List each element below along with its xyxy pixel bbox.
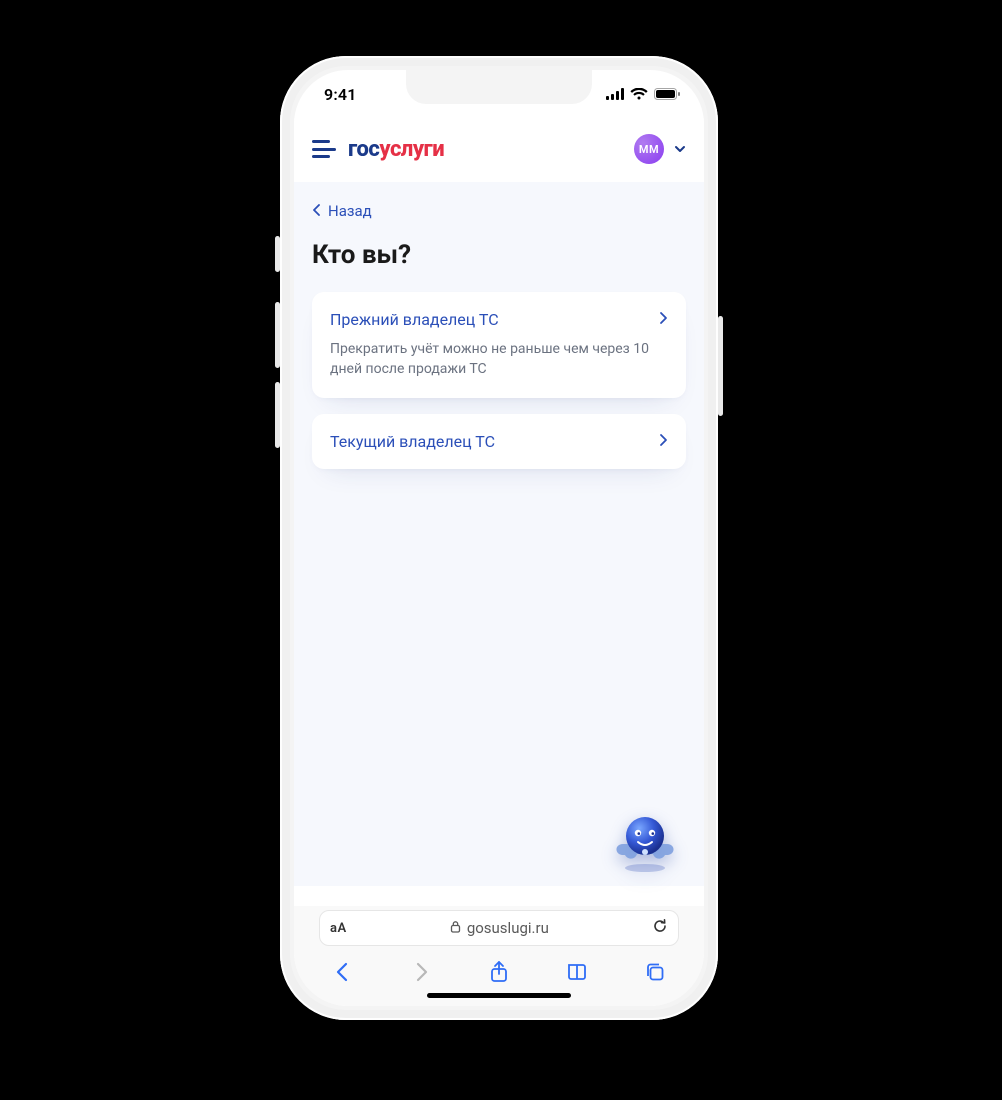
option-previous-owner[interactable]: Прежний владелец ТС Прекратить учёт можн…: [312, 292, 686, 398]
address-domain: gosuslugi.ru: [467, 919, 549, 937]
status-time: 9:41: [324, 85, 357, 104]
assistant-bot-button[interactable]: [608, 802, 682, 876]
chevron-right-icon: [658, 310, 668, 329]
avatar-initials: MM: [639, 143, 659, 156]
address-field[interactable]: aA gosuslugi.ru: [319, 910, 679, 946]
cellular-signal-icon: [606, 88, 624, 100]
app-header: госуслуги MM: [294, 118, 704, 180]
browser-share-button[interactable]: [483, 956, 515, 988]
browser-address-bar: aA gosuslugi.ru: [294, 906, 704, 950]
status-icons: [606, 88, 680, 100]
option-sub: Прекратить учёт можно не раньше чем чере…: [330, 339, 668, 380]
logo-part-2: услуги: [379, 137, 444, 162]
browser-tabs-button[interactable]: [639, 956, 671, 988]
phone-volume-down: [275, 382, 280, 448]
back-label: Назад: [328, 202, 372, 220]
options-list: Прежний владелец ТС Прекратить учёт можн…: [312, 292, 686, 469]
notch: [406, 70, 592, 104]
reader-mode-button[interactable]: aA: [330, 921, 347, 936]
option-label: Прежний владелец ТС: [330, 310, 499, 329]
browser-bookmarks-button[interactable]: [561, 956, 593, 988]
phone-power-button: [718, 316, 723, 416]
menu-button[interactable]: [312, 140, 336, 158]
chevron-right-icon: [658, 432, 668, 451]
browser-forward-button: [405, 956, 437, 988]
account-dropdown-icon[interactable]: [674, 140, 686, 159]
home-indicator[interactable]: [427, 993, 571, 998]
content: Назад Кто вы? Прежний владелец ТС Прекра…: [294, 182, 704, 886]
option-current-owner[interactable]: Текущий владелец ТС: [312, 414, 686, 469]
option-label: Текущий владелец ТС: [330, 432, 495, 451]
gosuslugi-logo[interactable]: госуслуги: [348, 137, 444, 162]
page-title: Кто вы?: [312, 240, 686, 270]
wifi-icon: [630, 88, 648, 100]
chevron-left-icon: [312, 202, 322, 220]
lock-icon: [450, 919, 461, 937]
avatar[interactable]: MM: [634, 134, 664, 164]
reload-button[interactable]: [652, 918, 668, 938]
back-link[interactable]: Назад: [312, 196, 686, 236]
battery-icon: [654, 88, 680, 100]
browser-back-button[interactable]: [327, 956, 359, 988]
screen: 9:41 госуслу: [294, 70, 704, 1006]
phone-silence-switch: [275, 236, 280, 272]
phone-frame: 9:41 госуслу: [280, 56, 718, 1020]
phone-volume-up: [275, 302, 280, 368]
logo-part-1: гос: [348, 137, 379, 162]
